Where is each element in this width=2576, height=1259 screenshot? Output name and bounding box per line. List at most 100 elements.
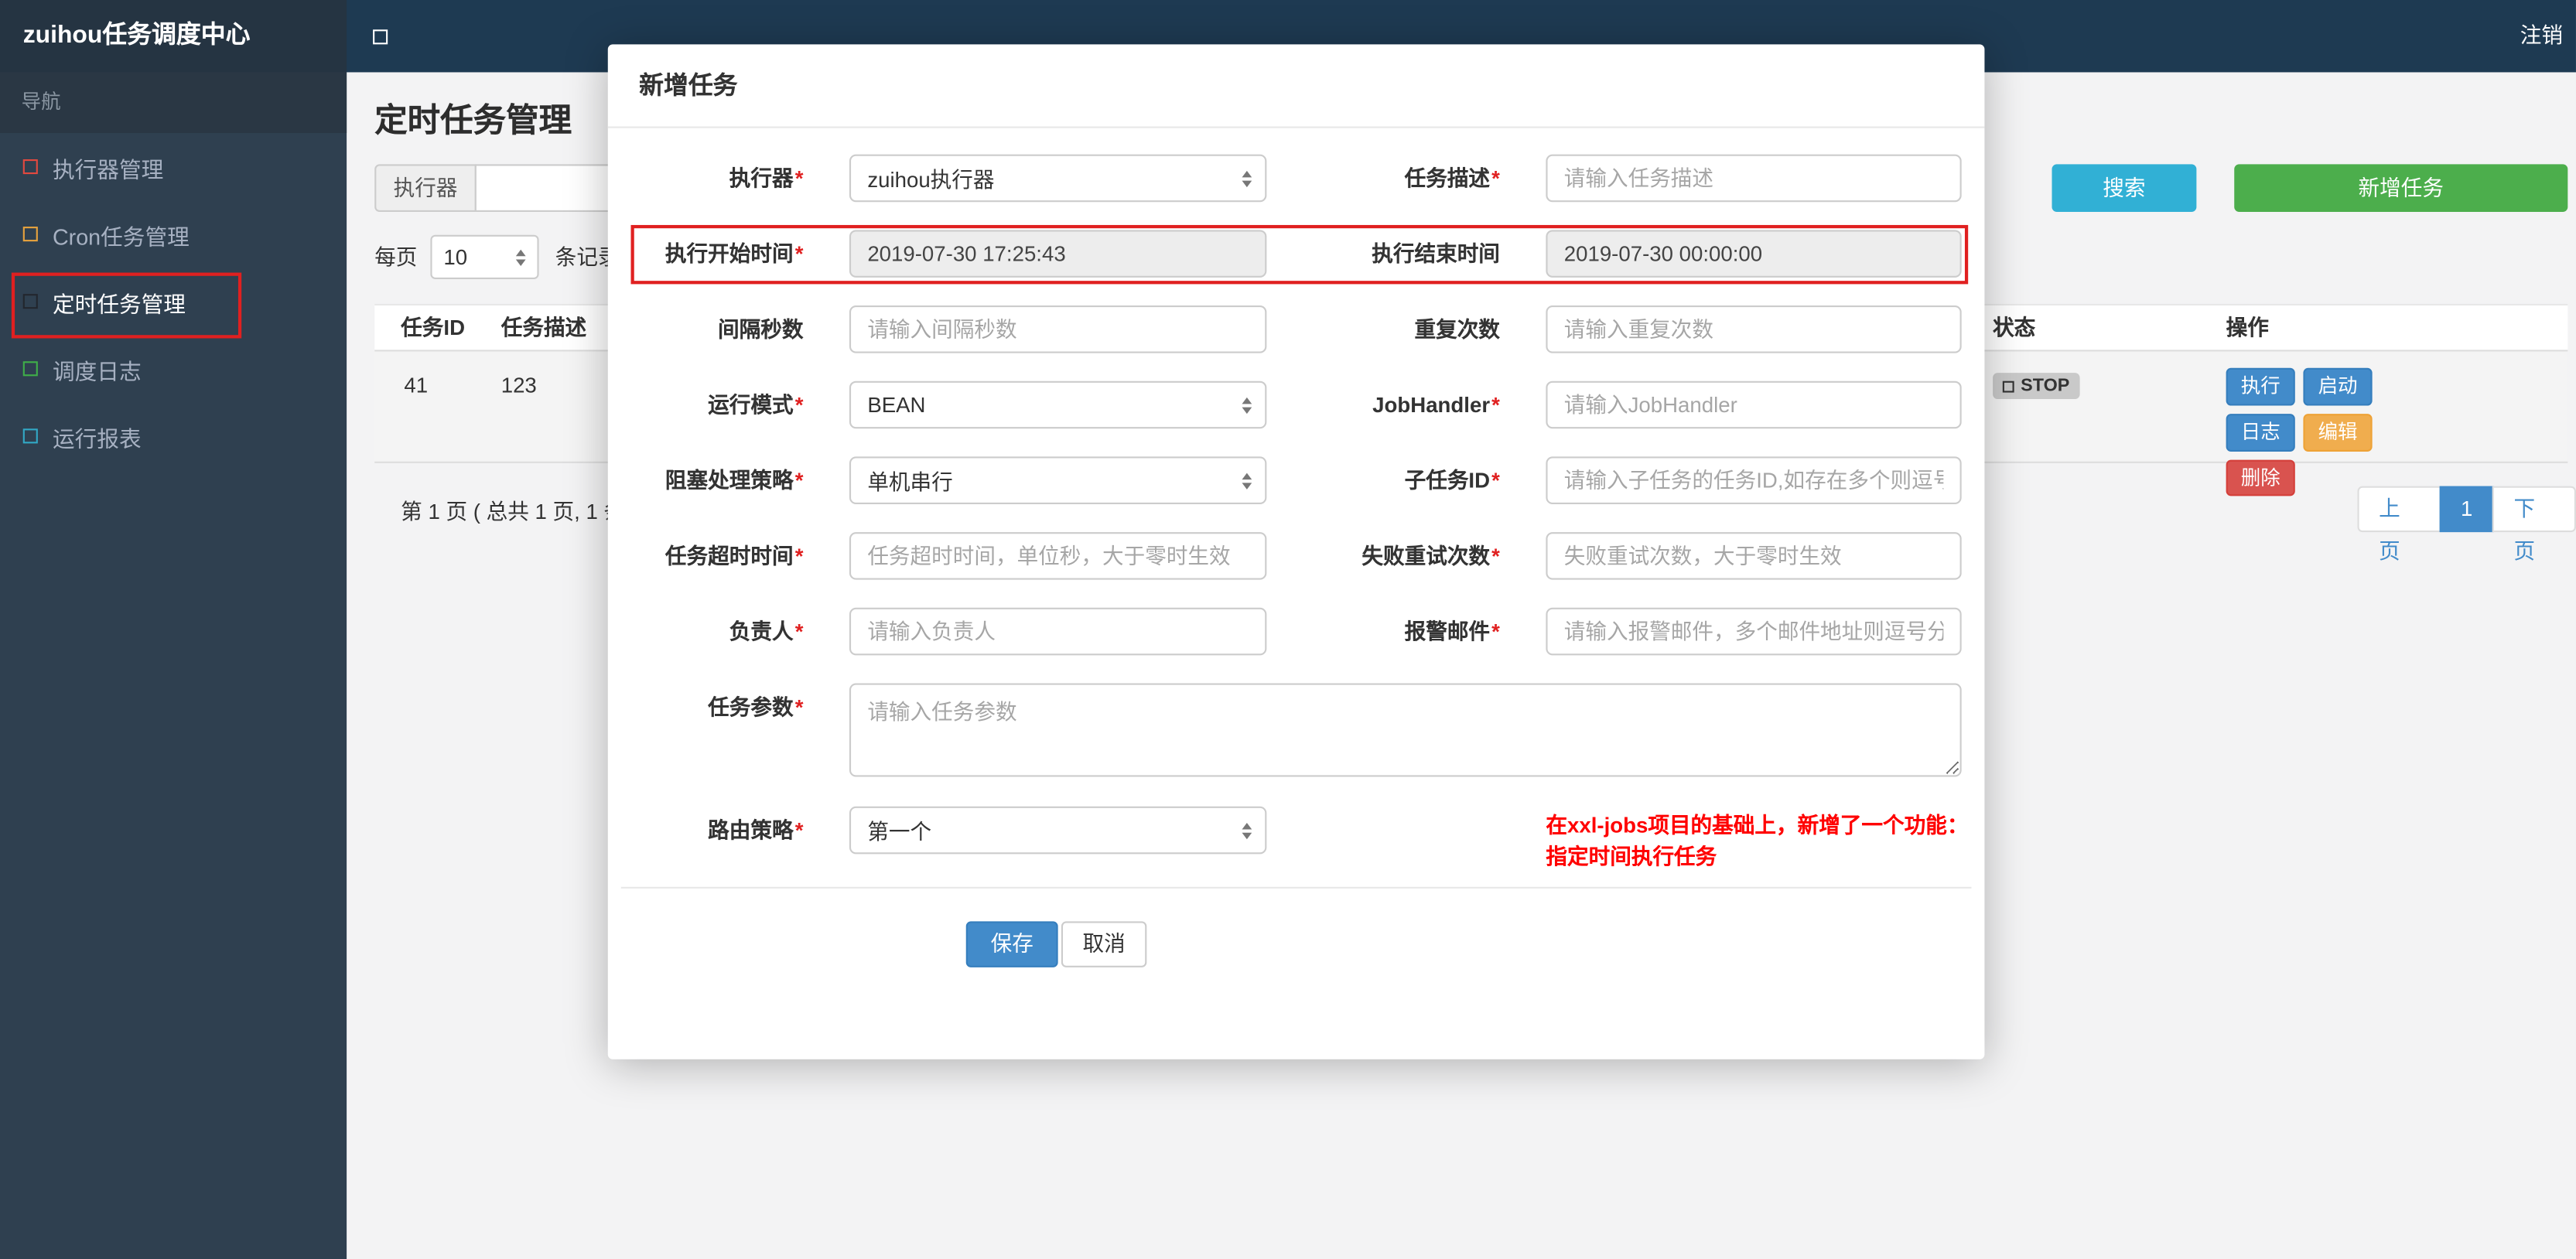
form-row-time: 执行开始时间* 执行结束时间 — [608, 230, 1985, 278]
sidebar-item-cron-manage[interactable]: Cron任务管理 — [0, 200, 347, 268]
form-row-run-mode: 运行模式 * BEAN JobHandler * — [608, 380, 1985, 429]
select-arrows-icon — [1242, 169, 1252, 187]
executor-filter-label: 执行器 — [374, 164, 477, 212]
start-time-label: 执行开始时间 * — [664, 241, 804, 267]
block-strategy-label: 阻塞处理策略 * — [664, 468, 804, 493]
run-mode-select-value: BEAN — [867, 392, 926, 418]
form-row-executor: 执行器 * zuihou执行器 任务描述 * — [608, 154, 1985, 203]
status-badge: STOP — [1993, 373, 2080, 400]
form-row-timeout: 任务超时时间* 失败重试次数* — [608, 532, 1985, 580]
run-mode-select[interactable]: BEAN — [849, 380, 1267, 429]
sidebar-item-label: 运行报表 — [52, 426, 142, 451]
form-row-interval: 间隔秒数 重复次数 — [608, 305, 1985, 353]
sidebar-item-label: 调度日志 — [52, 359, 142, 384]
sidebar-item-dispatch-log[interactable]: 调度日志 — [0, 335, 347, 402]
sidebar-item-label: Cron任务管理 — [52, 223, 190, 249]
search-button[interactable]: 搜索 — [2052, 164, 2197, 212]
status-text: STOP — [2021, 376, 2070, 396]
sidebar-nav-header: 导航 — [0, 72, 347, 134]
select-arrows-icon — [515, 248, 526, 265]
select-arrows-icon — [1242, 396, 1252, 414]
job-param-label: 任务参数 * — [708, 694, 804, 720]
header-job-id: 任务ID — [401, 315, 466, 340]
timeout-label: 任务超时时间 * — [664, 543, 804, 568]
start-time-input[interactable] — [849, 230, 1267, 278]
timeout-input[interactable] — [849, 532, 1267, 580]
repeat-label: 重复次数 — [1414, 316, 1500, 342]
row-actions: 执行 启动 日志 编辑 删除 — [2226, 367, 2431, 497]
add-task-button[interactable]: 新增任务 — [2234, 164, 2568, 212]
add-task-modal: 新增任务 执行器* zuihou执行器 任务描述* 执行开始时间* 执行结束时间… — [607, 44, 1986, 1059]
form-row-job-param: 任务参数 * — [608, 683, 1985, 777]
executor-select-value: zuihou执行器 — [867, 167, 995, 193]
route-strategy-select-value: 第一个 — [867, 819, 932, 844]
header-actions: 操作 — [2226, 315, 2269, 340]
logout-link[interactable]: 注销 — [2520, 0, 2563, 72]
cell-job-id: 41 — [404, 373, 429, 397]
feature-note-line1: 在xxl-jobs项目的基础上，新增了一个功能： — [1546, 813, 1969, 838]
modal-title: 新增任务 — [639, 72, 738, 101]
current-page-button[interactable]: 1 — [2439, 486, 2495, 533]
block-strategy-select-value: 单机串行 — [867, 469, 953, 495]
block-strategy-select[interactable]: 单机串行 — [849, 456, 1267, 504]
sidebar: 导航 执行器管理 Cron任务管理 定时任务管理 调度日志 运行报表 — [0, 72, 347, 1259]
sidebar-item-executor-manage[interactable]: 执行器管理 — [0, 133, 347, 200]
alarm-email-input[interactable] — [1546, 607, 1962, 656]
next-page-button[interactable]: 下页 — [2492, 486, 2576, 563]
log-button[interactable]: 日志 — [2226, 413, 2295, 452]
fail-retry-input[interactable] — [1546, 532, 1962, 580]
interval-label: 间隔秒数 — [718, 316, 804, 342]
delete-button[interactable]: 删除 — [2226, 459, 2295, 497]
job-handler-input[interactable] — [1546, 380, 1962, 429]
app-viewport: zuihou任务调度中心 注销 导航 执行器管理 Cron任务管理 定时任务管理… — [0, 0, 2576, 1259]
square-icon — [22, 159, 38, 175]
prev-page-button[interactable]: 上页 — [2357, 486, 2441, 563]
per-page-select[interactable]: 10 — [430, 234, 539, 280]
form-row-author: 负责人* 报警邮件* — [608, 607, 1985, 656]
save-button[interactable]: 保存 — [965, 921, 1058, 967]
route-strategy-select[interactable]: 第一个 — [849, 806, 1267, 855]
collapse-menu-icon[interactable] — [373, 29, 388, 45]
executor-label: 执行器 * — [729, 165, 804, 191]
repeat-input[interactable] — [1546, 305, 1962, 353]
square-icon — [22, 294, 38, 309]
modal-footer-divider — [620, 886, 1972, 889]
run-mode-label: 运行模式 * — [708, 392, 804, 418]
header-job-desc: 任务描述 — [501, 315, 587, 340]
brand-title: zuihou任务调度中心 — [0, 0, 347, 73]
executor-select[interactable]: zuihou执行器 — [849, 154, 1267, 203]
job-handler-label: JobHandler * — [1372, 392, 1500, 418]
job-desc-input[interactable] — [1546, 154, 1962, 203]
fail-retry-label: 失败重试次数 * — [1361, 543, 1500, 568]
author-input[interactable] — [849, 607, 1267, 656]
per-page-label: 每页 — [374, 244, 418, 270]
sidebar-item-label: 执行器管理 — [52, 156, 164, 182]
alarm-email-label: 报警邮件 * — [1404, 619, 1500, 644]
per-page-value: 10 — [443, 244, 468, 270]
feature-note: 在xxl-jobs项目的基础上，新增了一个功能： 指定时间执行任务 — [1546, 810, 1986, 872]
cancel-button[interactable]: 取消 — [1061, 921, 1147, 967]
page-title: 定时任务管理 — [374, 103, 572, 140]
route-strategy-label: 路由策略 * — [708, 817, 804, 843]
square-icon — [22, 428, 38, 444]
job-desc-label: 任务描述 * — [1404, 165, 1500, 191]
execute-button[interactable]: 执行 — [2226, 367, 2295, 406]
end-time-label: 执行结束时间 — [1372, 241, 1500, 267]
pagination: 上页 1 下页 — [2357, 486, 2576, 563]
sidebar-item-run-report[interactable]: 运行报表 — [0, 402, 347, 469]
job-param-textarea[interactable] — [849, 683, 1962, 777]
modal-header: 新增任务 — [607, 44, 1985, 128]
edit-button[interactable]: 编辑 — [2303, 413, 2373, 452]
feature-note-line2: 指定时间执行任务 — [1546, 844, 1717, 869]
stop-icon — [2002, 380, 2014, 392]
form-row-block-strategy: 阻塞处理策略 * 单机串行 子任务ID * — [608, 456, 1985, 504]
square-icon — [22, 227, 38, 242]
select-arrows-icon — [1242, 821, 1252, 839]
cell-job-desc: 123 — [501, 373, 537, 397]
interval-input[interactable] — [849, 305, 1267, 353]
sidebar-item-label: 定时任务管理 — [52, 291, 186, 316]
child-job-input[interactable] — [1546, 456, 1962, 504]
sidebar-item-scheduled-task-manage[interactable]: 定时任务管理 — [0, 268, 347, 335]
end-time-input[interactable] — [1546, 230, 1962, 278]
start-button[interactable]: 启动 — [2303, 367, 2373, 406]
